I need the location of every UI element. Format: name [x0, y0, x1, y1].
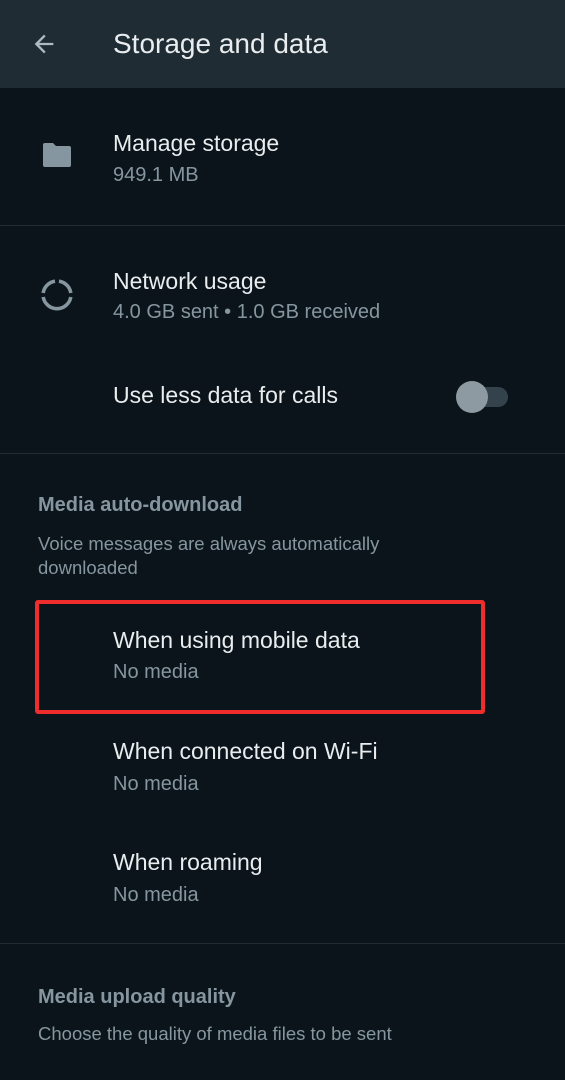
mobile-data-value: No media [113, 661, 199, 683]
roaming-value: No media [113, 884, 199, 906]
wifi-row[interactable]: When connected on Wi-Fi No media [0, 710, 565, 821]
data-usage-icon [38, 276, 76, 314]
app-bar: Storage and data [0, 0, 565, 88]
manage-storage-title: Manage storage [113, 130, 280, 156]
network-usage-title: Network usage [113, 268, 267, 294]
media-upload-quality-header: Media upload quality [38, 986, 236, 1008]
wifi-title: When connected on Wi-Fi [113, 738, 378, 764]
less-data-calls-title: Use less data for calls [113, 382, 338, 408]
media-auto-download-description: Voice messages are always automatically … [38, 533, 380, 578]
mobile-data-title: When using mobile data [113, 627, 360, 653]
less-data-calls-toggle[interactable] [456, 379, 508, 413]
media-upload-quality-description: Choose the quality of media files to be … [38, 1023, 392, 1044]
network-usage-summary: 4.0 GB sent • 1.0 GB received [113, 301, 381, 323]
mobile-data-row[interactable]: When using mobile data No media [0, 598, 565, 710]
network-usage-row[interactable]: Network usage 4.0 GB sent • 1.0 GB recei… [0, 226, 565, 342]
roaming-row[interactable]: When roaming No media [0, 821, 565, 942]
arrow-left-icon [30, 30, 58, 63]
toggle-thumb [456, 381, 488, 413]
wifi-value: No media [113, 773, 199, 795]
back-button[interactable] [22, 24, 66, 68]
manage-storage-size: 949.1 MB [113, 164, 199, 186]
roaming-title: When roaming [113, 849, 263, 875]
folder-icon [38, 136, 76, 174]
page-title: Storage and data [113, 28, 328, 59]
divider [0, 453, 565, 454]
manage-storage-row[interactable]: Manage storage 949.1 MB [0, 88, 565, 225]
divider [0, 943, 565, 944]
media-auto-download-header: Media auto-download [38, 494, 243, 516]
